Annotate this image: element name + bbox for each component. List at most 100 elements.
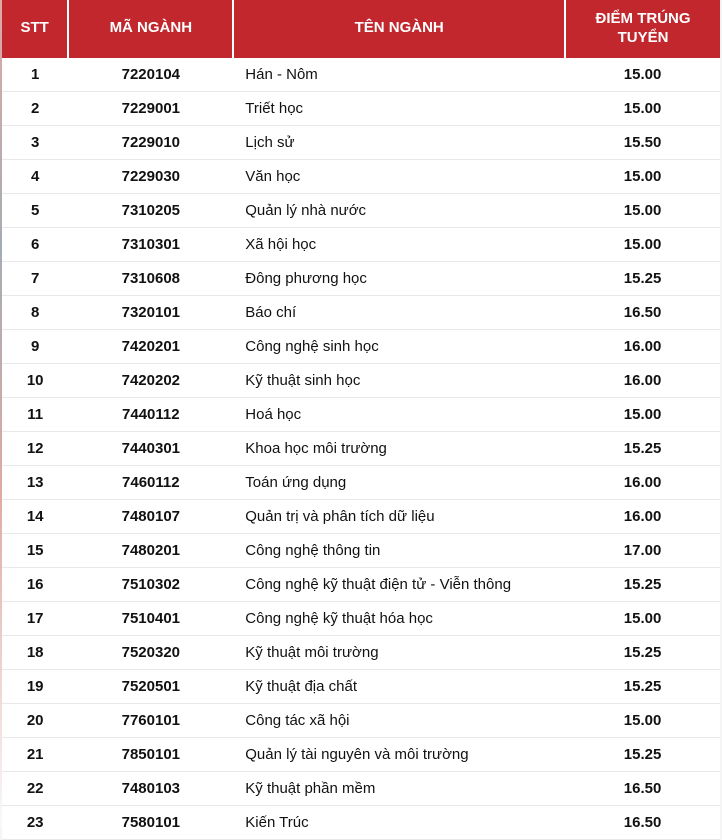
cell-name: Kỹ thuật sinh học xyxy=(233,364,565,398)
cell-name: Công nghệ kỹ thuật điện tử - Viễn thông xyxy=(233,568,565,602)
table-row: 237580101Kiến Trúc16.50 xyxy=(2,806,720,840)
cell-stt: 13 xyxy=(2,466,68,500)
cell-score: 15.00 xyxy=(565,602,720,636)
cell-score: 15.00 xyxy=(565,160,720,194)
cell-name: Quản lý tài nguyên và môi trường xyxy=(233,738,565,772)
cell-stt: 3 xyxy=(2,126,68,160)
cell-name: Kỹ thuật địa chất xyxy=(233,670,565,704)
cell-code: 7310608 xyxy=(68,262,233,296)
table-row: 107420202Kỹ thuật sinh học16.00 xyxy=(2,364,720,398)
cell-stt: 21 xyxy=(2,738,68,772)
cell-stt: 23 xyxy=(2,806,68,840)
table-row: 217850101Quản lý tài nguyên và môi trườn… xyxy=(2,738,720,772)
cell-stt: 11 xyxy=(2,398,68,432)
cell-name: Kiến Trúc xyxy=(233,806,565,840)
cell-code: 7760101 xyxy=(68,704,233,738)
table-row: 57310205Quản lý nhà nước15.00 xyxy=(2,194,720,228)
cell-stt: 7 xyxy=(2,262,68,296)
cell-code: 7440301 xyxy=(68,432,233,466)
cell-code: 7480103 xyxy=(68,772,233,806)
table-row: 147480107Quản trị và phân tích dữ liệu16… xyxy=(2,500,720,534)
cell-name: Kỹ thuật phần mềm xyxy=(233,772,565,806)
cell-score: 15.00 xyxy=(565,398,720,432)
cell-code: 7480107 xyxy=(68,500,233,534)
cell-score: 15.25 xyxy=(565,636,720,670)
cell-stt: 16 xyxy=(2,568,68,602)
cell-score: 15.00 xyxy=(565,58,720,92)
cell-code: 7310205 xyxy=(68,194,233,228)
cell-name: Quản lý nhà nước xyxy=(233,194,565,228)
table-row: 87320101Báo chí16.50 xyxy=(2,296,720,330)
cell-name: Công nghệ kỹ thuật hóa học xyxy=(233,602,565,636)
cell-name: Toán ứng dụng xyxy=(233,466,565,500)
cell-code: 7850101 xyxy=(68,738,233,772)
cell-name: Hán - Nôm xyxy=(233,58,565,92)
admission-table-container: STT MÃ NGÀNH TÊN NGÀNH ĐIỂM TRÚNG TUYỂN … xyxy=(2,0,720,840)
cell-code: 7520320 xyxy=(68,636,233,670)
cell-score: 15.25 xyxy=(565,568,720,602)
cell-code: 7420201 xyxy=(68,330,233,364)
cell-code: 7510302 xyxy=(68,568,233,602)
cell-code: 7229030 xyxy=(68,160,233,194)
cell-name: Công tác xã hội xyxy=(233,704,565,738)
table-row: 67310301Xã hội học15.00 xyxy=(2,228,720,262)
cell-score: 15.25 xyxy=(565,432,720,466)
table-row: 37229010Lịch sử15.50 xyxy=(2,126,720,160)
cell-stt: 15 xyxy=(2,534,68,568)
table-row: 157480201Công nghệ thông tin17.00 xyxy=(2,534,720,568)
cell-code: 7520501 xyxy=(68,670,233,704)
cell-code: 7220104 xyxy=(68,58,233,92)
table-row: 137460112Toán ứng dụng16.00 xyxy=(2,466,720,500)
cell-score: 16.00 xyxy=(565,364,720,398)
table-row: 127440301Khoa học môi trường15.25 xyxy=(2,432,720,466)
cell-code: 7440112 xyxy=(68,398,233,432)
cell-score: 16.50 xyxy=(565,296,720,330)
cell-score: 15.00 xyxy=(565,704,720,738)
cell-code: 7510401 xyxy=(68,602,233,636)
cell-stt: 8 xyxy=(2,296,68,330)
cell-code: 7229001 xyxy=(68,92,233,126)
cell-stt: 14 xyxy=(2,500,68,534)
cell-score: 16.00 xyxy=(565,500,720,534)
cell-stt: 17 xyxy=(2,602,68,636)
cell-code: 7580101 xyxy=(68,806,233,840)
header-code: MÃ NGÀNH xyxy=(68,0,233,58)
table-row: 207760101Công tác xã hội15.00 xyxy=(2,704,720,738)
table-row: 197520501Kỹ thuật địa chất15.25 xyxy=(2,670,720,704)
cell-stt: 19 xyxy=(2,670,68,704)
cell-stt: 5 xyxy=(2,194,68,228)
cell-name: Triết học xyxy=(233,92,565,126)
cell-score: 15.00 xyxy=(565,194,720,228)
cell-stt: 12 xyxy=(2,432,68,466)
cell-stt: 10 xyxy=(2,364,68,398)
cell-score: 15.25 xyxy=(565,738,720,772)
cell-stt: 18 xyxy=(2,636,68,670)
table-row: 227480103Kỹ thuật phần mềm16.50 xyxy=(2,772,720,806)
cell-score: 16.50 xyxy=(565,806,720,840)
cell-stt: 6 xyxy=(2,228,68,262)
table-row: 17220104Hán - Nôm15.00 xyxy=(2,58,720,92)
cell-stt: 2 xyxy=(2,92,68,126)
table-row: 27229001Triết học15.00 xyxy=(2,92,720,126)
cell-score: 15.00 xyxy=(565,228,720,262)
header-name: TÊN NGÀNH xyxy=(233,0,565,58)
table-row: 77310608Đông phương học15.25 xyxy=(2,262,720,296)
cell-score: 15.00 xyxy=(565,92,720,126)
table-body: 17220104Hán - Nôm15.0027229001Triết học1… xyxy=(2,58,720,840)
cell-name: Kỹ thuật môi trường xyxy=(233,636,565,670)
cell-stt: 4 xyxy=(2,160,68,194)
cell-code: 7320101 xyxy=(68,296,233,330)
cell-name: Xã hội học xyxy=(233,228,565,262)
table-row: 117440112Hoá học15.00 xyxy=(2,398,720,432)
cell-score: 15.50 xyxy=(565,126,720,160)
cell-stt: 9 xyxy=(2,330,68,364)
header-score: ĐIỂM TRÚNG TUYỂN xyxy=(565,0,720,58)
table-row: 97420201Công nghệ sinh học16.00 xyxy=(2,330,720,364)
cell-code: 7480201 xyxy=(68,534,233,568)
cell-name: Khoa học môi trường xyxy=(233,432,565,466)
cell-score: 16.00 xyxy=(565,466,720,500)
cell-name: Công nghệ thông tin xyxy=(233,534,565,568)
cell-name: Báo chí xyxy=(233,296,565,330)
cell-stt: 20 xyxy=(2,704,68,738)
cell-score: 17.00 xyxy=(565,534,720,568)
